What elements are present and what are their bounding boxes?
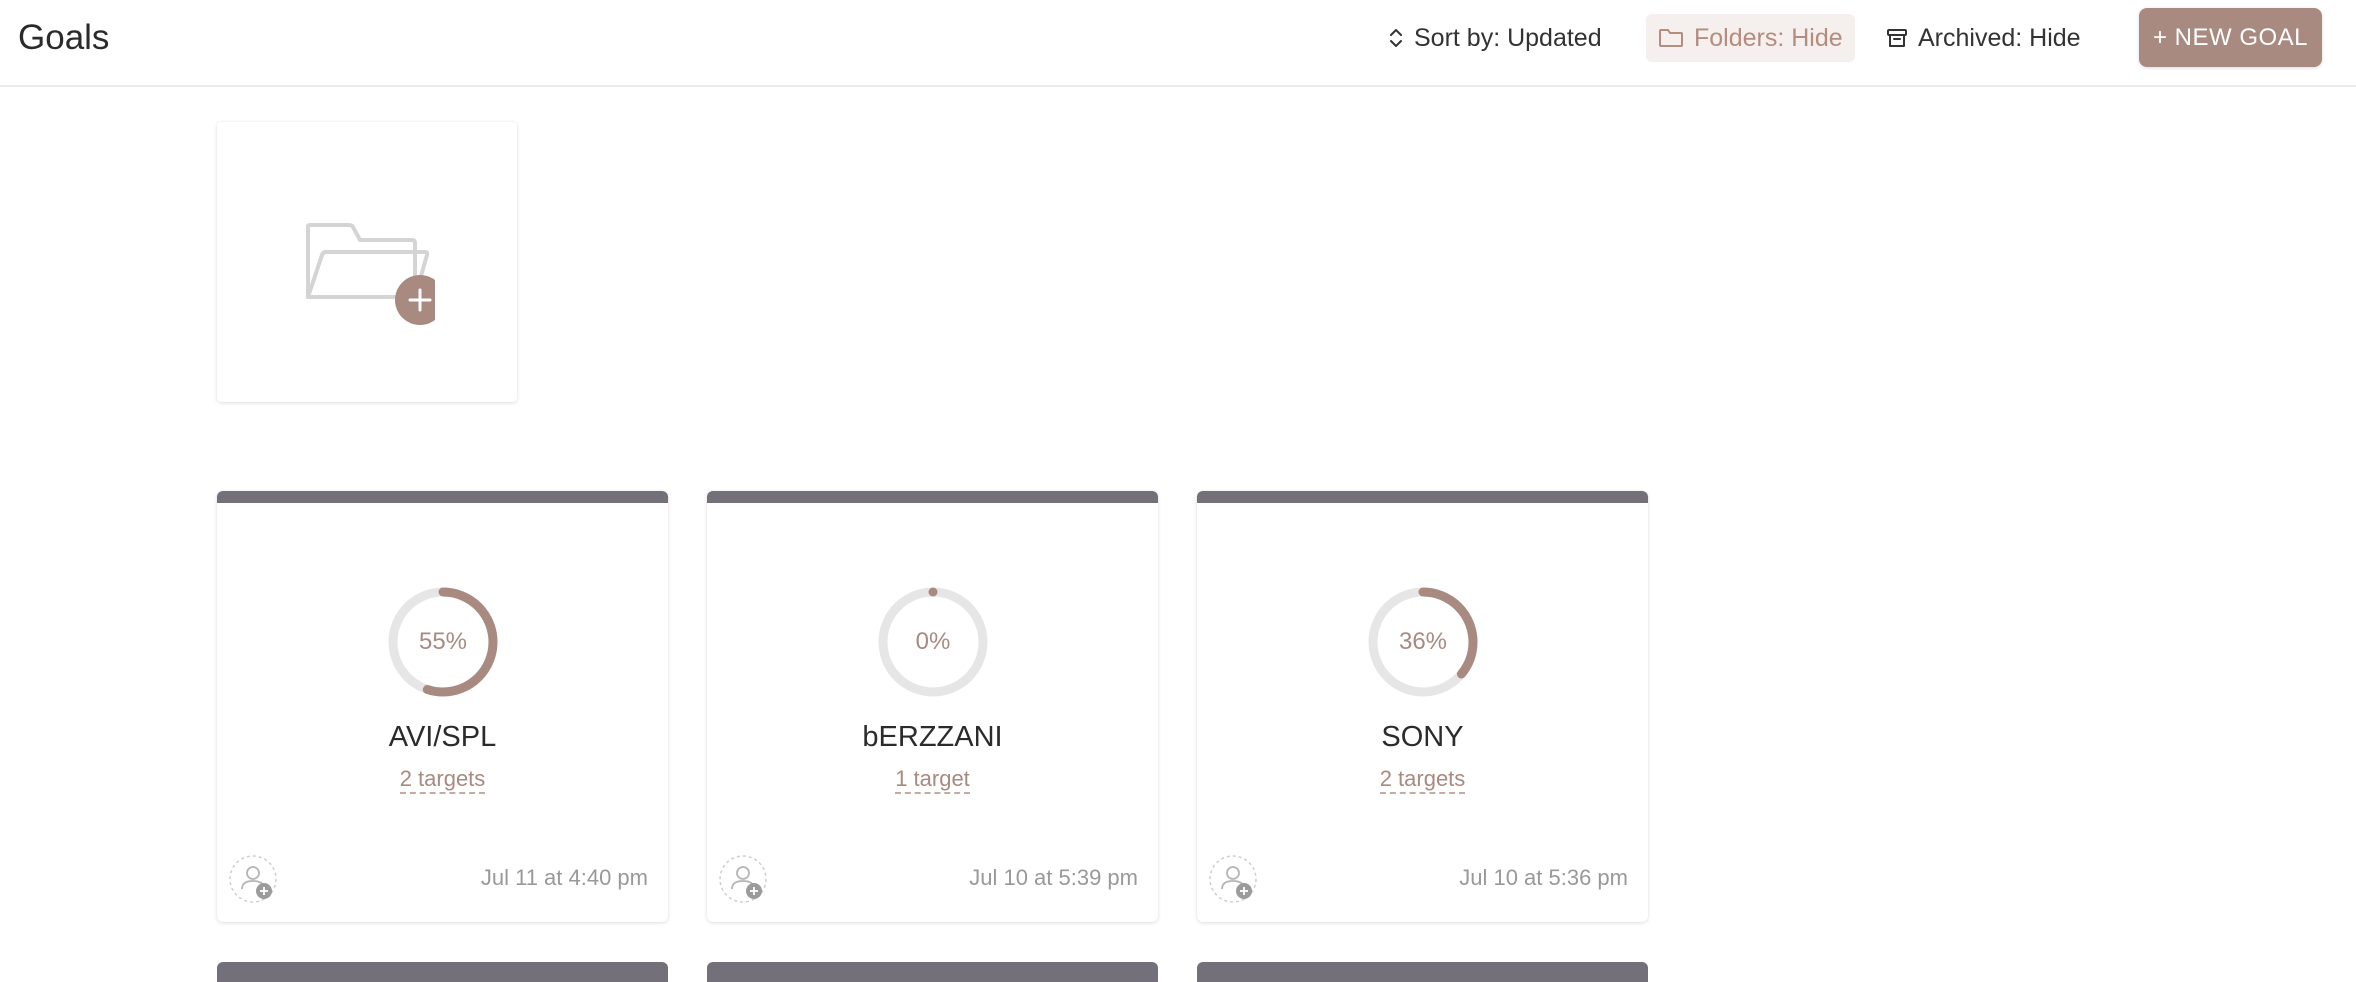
progress-percent: 36% (1398, 628, 1448, 655)
progress-percent: 0% (915, 628, 951, 655)
folders-toggle-button[interactable]: Folders: Hide (1646, 14, 1855, 62)
archive-icon (1887, 29, 1907, 47)
sort-button[interactable]: Sort by: Updated (1376, 14, 1614, 62)
assign-user-icon[interactable] (1208, 854, 1258, 904)
assign-user-icon[interactable] (228, 854, 278, 904)
goal-card-partial[interactable] (1197, 962, 1648, 982)
updated-date: Jul 11 at 4:40 pm (480, 865, 648, 890)
targets-link[interactable]: 2 targets (1379, 766, 1466, 794)
goal-card[interactable]: 55% AVI/SPL 2 targets Jul 11 at 4:40 pm (217, 491, 668, 922)
goal-name: bERZZANI (862, 721, 1003, 753)
archived-label: Archived: Hide (1918, 23, 2081, 52)
goal-name: SONY (1381, 721, 1464, 753)
sort-label: Sort by: Updated (1414, 23, 1602, 52)
card-top-bar (217, 491, 668, 503)
goal-card[interactable]: 0% bERZZANI 1 target Jul 10 at 5:39 pm (707, 491, 1158, 922)
new-goal-button[interactable]: + NEW GOAL (2139, 8, 2322, 67)
card-top-bar (1197, 491, 1648, 503)
add-folder-icon (306, 223, 435, 325)
add-folder-card[interactable] (217, 122, 517, 402)
page-title: Goals (18, 18, 110, 57)
updated-date: Jul 10 at 5:36 pm (1459, 865, 1628, 890)
header: Goals Sort by: Updated Folders: Hide Arc… (0, 0, 2356, 87)
sort-icon (1390, 29, 1402, 47)
goal-card[interactable]: 36% SONY 2 targets Jul 10 at 5:36 pm (1197, 491, 1648, 922)
folder-icon (1659, 29, 1683, 47)
progress-percent: 55% (418, 628, 468, 655)
goal-card-partial[interactable] (707, 962, 1158, 982)
updated-date: Jul 10 at 5:39 pm (969, 865, 1138, 890)
targets-link[interactable]: 1 target (895, 766, 970, 794)
card-top-bar (707, 491, 1158, 503)
goal-card-partial[interactable] (217, 962, 668, 982)
goal-name: AVI/SPL (388, 721, 497, 753)
targets-link[interactable]: 2 targets (399, 766, 486, 794)
targets-container: 2 targets (1197, 766, 1648, 794)
archived-toggle-button[interactable]: Archived: Hide (1874, 14, 2093, 62)
targets-container: 1 target (707, 766, 1158, 794)
folders-label: Folders: Hide (1694, 23, 1843, 52)
assign-user-icon[interactable] (718, 854, 768, 904)
targets-container: 2 targets (217, 766, 668, 794)
